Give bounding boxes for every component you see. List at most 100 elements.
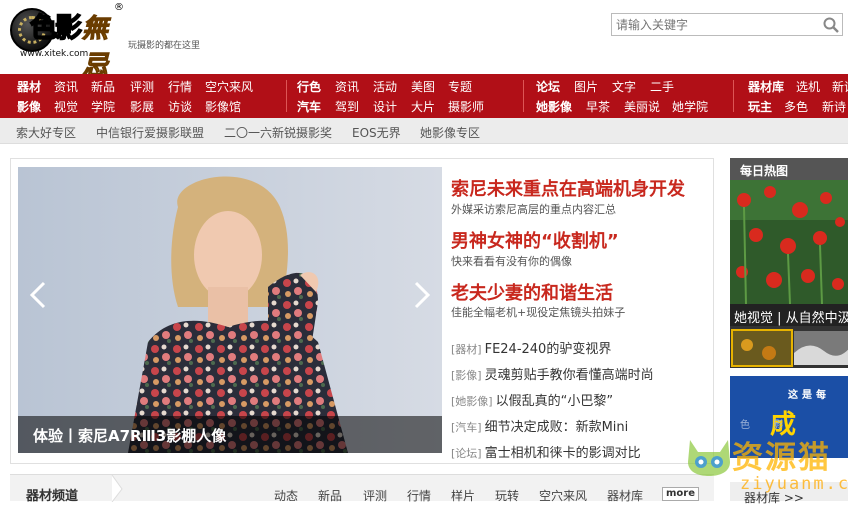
nav-item[interactable]: 器材库 (748, 80, 784, 94)
site-logo[interactable]: 色影 無忌 ® www.xitek.com (10, 2, 125, 82)
nav-item[interactable]: 美图 (411, 80, 435, 94)
featured-photo[interactable]: 体验丨索尼A7RⅢ3影棚人像 (18, 167, 442, 453)
headline-title[interactable]: 男神女神的“收割机” (451, 227, 619, 253)
channel-title[interactable]: 器材频道 (26, 485, 78, 504)
sub-nav: 索大好专区 中信银行爱摄影联盟 二〇一六新锐摄影奖 EOS无界 她影像专区 (0, 118, 848, 144)
daily-hot-pics: 每日热图 她视觉 | 从自然中汲 (730, 158, 848, 368)
news-tag: [器材] (451, 343, 482, 356)
hot-pic-thumbnails (730, 326, 848, 368)
nav-item[interactable]: 影像馆 (205, 100, 241, 114)
search-icon[interactable] (822, 16, 840, 34)
hot-thumb[interactable] (731, 329, 793, 367)
hot-pic-image[interactable] (730, 180, 848, 304)
subnav-item[interactable]: 二〇一六新锐摄影奖 (224, 124, 332, 141)
nav-item[interactable]: 行情 (168, 80, 192, 94)
nav-item[interactable]: 二手 (650, 80, 674, 94)
nav-item[interactable]: 她影像 (536, 100, 572, 114)
nav-item[interactable]: 学院 (91, 100, 115, 114)
slider-next-arrow-icon[interactable] (410, 275, 434, 315)
nav-item[interactable]: 多色 (784, 100, 808, 114)
nav-group-forum: 论坛 图片 文字 二手 她影像 早茶 美丽说 她学院 (536, 74, 716, 118)
headline-title[interactable]: 索尼未来重点在高端机身开发 (451, 175, 685, 201)
nav-item[interactable]: 论坛 (536, 80, 560, 94)
nav-item[interactable]: 她学院 (672, 100, 708, 114)
nav-item[interactable]: 大片 (411, 100, 435, 114)
nav-item[interactable]: 影像 (17, 100, 41, 114)
nav-item[interactable]: 新诗 (822, 100, 846, 114)
search-box (611, 13, 843, 36)
nav-item[interactable]: 影展 (130, 100, 154, 114)
subnav-item[interactable]: 她影像专区 (420, 124, 480, 141)
headline-sub: 外媒采访索尼高层的重点内容汇总 (451, 201, 616, 217)
nav-item[interactable]: 访谈 (168, 100, 192, 114)
news-item[interactable]: [汽车] 细节决定成败：新款Mini (451, 416, 628, 435)
channel-tab[interactable]: 空穴来风 (539, 487, 587, 504)
logo-text-1: 色影 (29, 12, 83, 45)
nav-item[interactable]: 玩主 (748, 100, 772, 114)
channel-tab[interactable]: 新品 (318, 487, 342, 504)
site-header: 色影 無忌 ® www.xitek.com 玩摄影的都在这里 (0, 0, 848, 82)
slider-prev-arrow-icon[interactable] (26, 275, 50, 315)
channel-tab[interactable]: 样片 (451, 487, 475, 504)
news-item[interactable]: [器材] FE24-240的驴变视界 (451, 338, 611, 357)
nav-item[interactable]: 汽车 (297, 100, 321, 114)
nav-item[interactable]: 设计 (373, 100, 397, 114)
library-link-text[interactable]: 器材库 >> (744, 489, 804, 506)
equipment-channel-bar: 器材频道 动态 新品 评测 行情 样片 玩转 空穴来风 器材库 more (10, 474, 714, 504)
nav-item[interactable]: 新诗 (832, 80, 848, 94)
nav-item[interactable]: 新品 (91, 80, 115, 94)
channel-tab[interactable]: 玩转 (495, 487, 519, 504)
hot-pic-caption[interactable]: 她视觉 | 从自然中汲 (730, 304, 848, 326)
promo-banner[interactable]: 这是每 成 色 影 (730, 376, 848, 458)
featured-panel: 体验丨索尼A7RⅢ3影棚人像 索尼未来重点在高端机身开发 外媒采访索尼高层的重点… (10, 158, 714, 464)
nav-item[interactable]: 选机 (796, 80, 820, 94)
equipment-library-link[interactable]: 器材库 >> (730, 482, 848, 505)
nav-group-equipment: 器材 资讯 新品 评测 行情 空穴来风 影像 视觉 学院 影展 访谈 影像馆 (17, 74, 282, 118)
nav-item[interactable]: 文字 (612, 80, 636, 94)
news-tag: [影像] (451, 369, 482, 382)
nav-item[interactable]: 专题 (448, 80, 472, 94)
hot-thumb[interactable] (794, 331, 848, 365)
channel-tab[interactable]: 评测 (363, 487, 387, 504)
nav-item[interactable]: 资讯 (335, 80, 359, 94)
news-text[interactable]: FE24-240的驴变视界 (485, 342, 612, 357)
news-text[interactable]: 灵魂剪贴手教你看懂高端时尚 (485, 368, 654, 383)
nav-item[interactable]: 早茶 (586, 100, 610, 114)
nav-item[interactable]: 活动 (373, 80, 397, 94)
headline: 老夫少妻的和谐生活 (451, 279, 613, 305)
news-tag: [论坛] (451, 447, 482, 460)
logo-registered-mark: ® (114, 2, 124, 13)
nav-item[interactable]: 摄影师 (448, 100, 484, 114)
channel-tab[interactable]: 器材库 (607, 487, 643, 504)
news-text[interactable]: 富士相机和徕卡的影调对比 (485, 446, 641, 461)
subnav-item[interactable]: 中信银行爱摄影联盟 (96, 124, 204, 141)
nav-item[interactable]: 美丽说 (624, 100, 660, 114)
news-item[interactable]: [影像] 灵魂剪贴手教你看懂高端时尚 (451, 364, 654, 383)
nav-item[interactable]: 评测 (130, 80, 154, 94)
news-text[interactable]: 细节决定成败：新款Mini (485, 420, 629, 435)
news-item[interactable]: [论坛] 富士相机和徕卡的影调对比 (451, 442, 641, 461)
subnav-item[interactable]: EOS无界 (352, 124, 401, 141)
logo-url: www.xitek.com (20, 49, 89, 59)
search-input[interactable] (612, 14, 817, 35)
main-nav: 器材 资讯 新品 评测 行情 空穴来风 影像 视觉 学院 影展 访谈 影像馆 行… (0, 74, 848, 118)
hot-pics-title: 每日热图 (730, 158, 848, 180)
more-button[interactable]: more (662, 487, 699, 501)
channel-tab[interactable]: 动态 (274, 487, 298, 504)
banner-sub: 色 影 (740, 420, 794, 431)
nav-item[interactable]: 资讯 (54, 80, 78, 94)
nav-item[interactable]: 图片 (574, 80, 598, 94)
news-item[interactable]: [她影像] 以假乱真的“小巴黎” (451, 390, 613, 409)
nav-item[interactable]: 器材 (17, 80, 41, 94)
nav-item[interactable]: 视觉 (54, 100, 78, 114)
nav-item[interactable]: 行色 (297, 80, 321, 94)
portrait-image (18, 167, 442, 453)
news-text[interactable]: 以假乱真的“小巴黎” (496, 394, 613, 409)
headline-title[interactable]: 老夫少妻的和谐生活 (451, 279, 613, 305)
photo-caption[interactable]: 体验丨索尼A7RⅢ3影棚人像 (33, 425, 226, 446)
nav-divider (523, 80, 524, 112)
subnav-item[interactable]: 索大好专区 (16, 124, 76, 141)
nav-item[interactable]: 空穴来风 (205, 80, 253, 94)
nav-item[interactable]: 驾到 (335, 100, 359, 114)
channel-tab[interactable]: 行情 (407, 487, 431, 504)
